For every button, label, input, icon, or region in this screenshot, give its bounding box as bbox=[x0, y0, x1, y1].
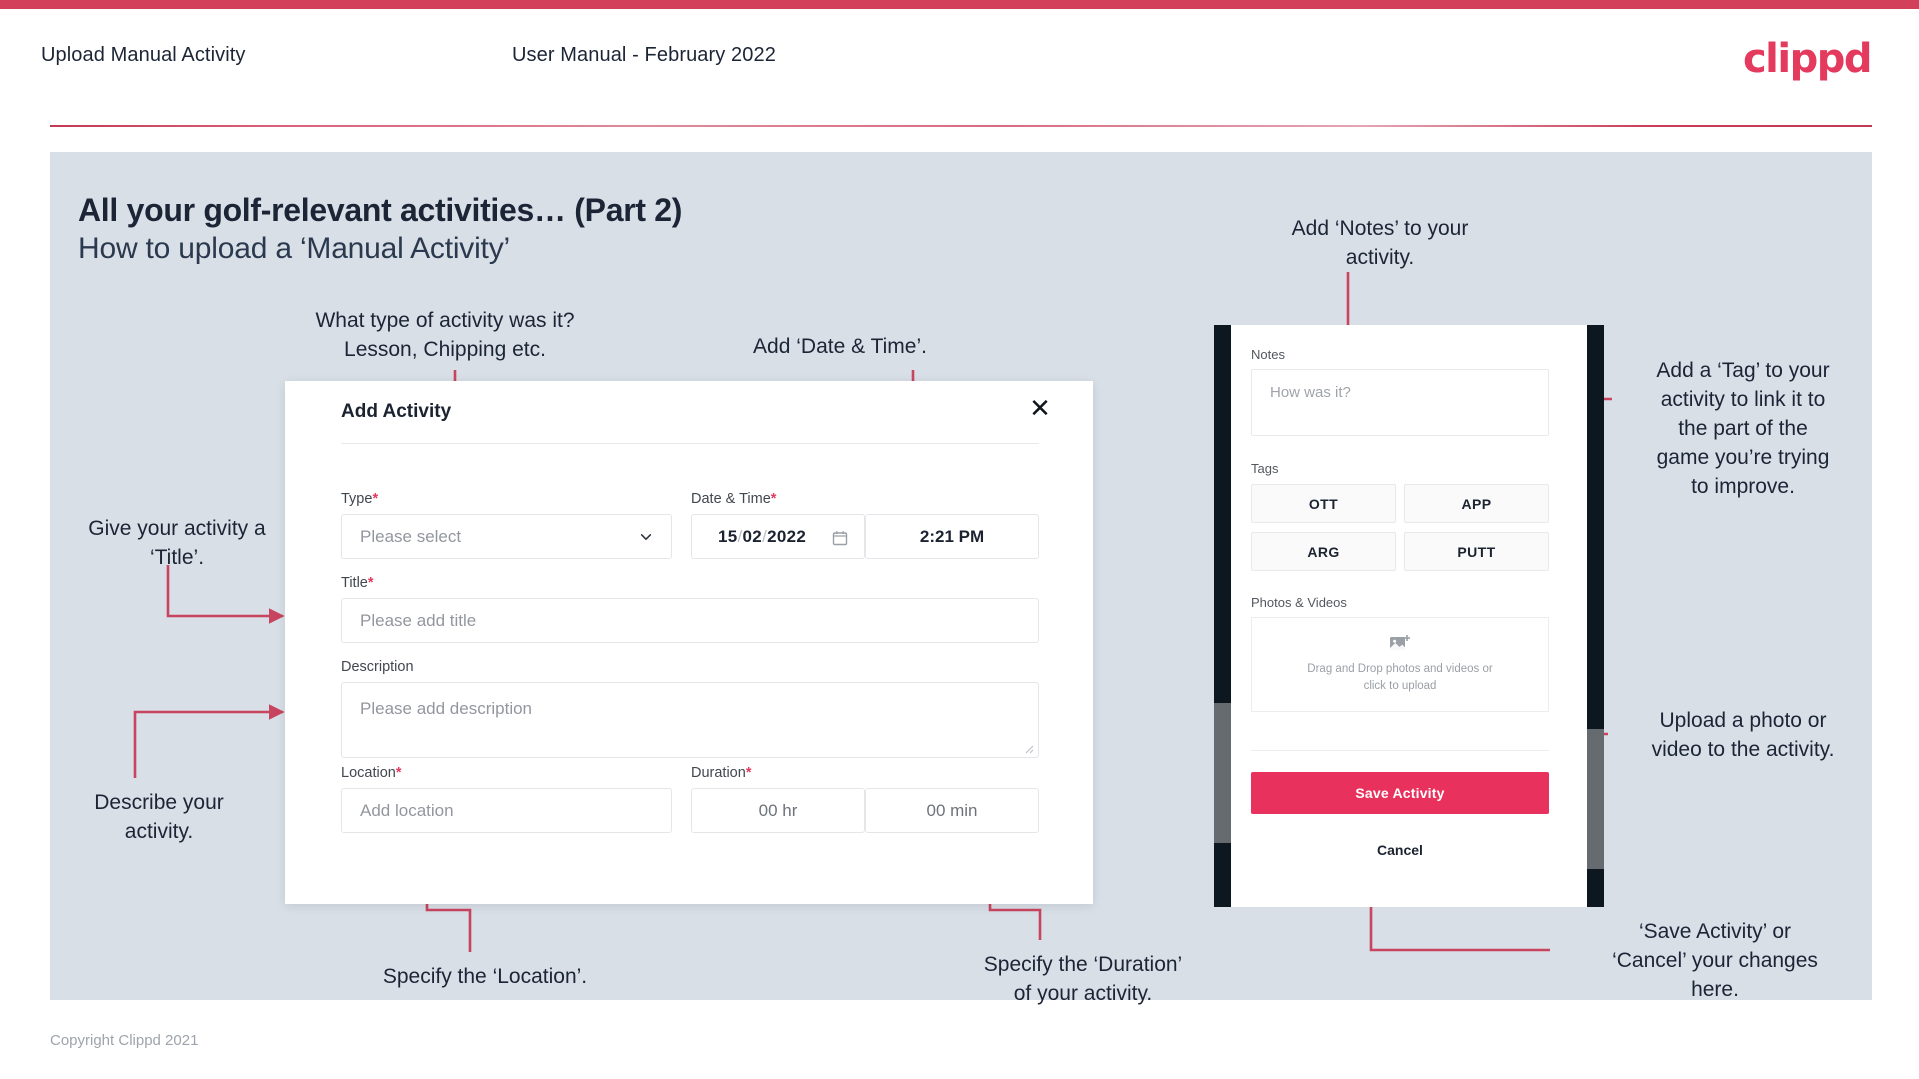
top-accent-bar bbox=[0, 0, 1919, 9]
resize-grip-icon[interactable] bbox=[1024, 744, 1034, 754]
date-month: 02 bbox=[742, 526, 763, 546]
dialog-header: Add Activity ✕ bbox=[285, 381, 1093, 443]
annotation-upload: Upload a photo or video to the activity. bbox=[1651, 709, 1835, 761]
tag-button-arg[interactable]: ARG bbox=[1251, 532, 1396, 571]
header-divider bbox=[50, 125, 1872, 127]
date-input[interactable]: 15/02/2022 bbox=[691, 514, 865, 559]
annotation-tag: Add a ‘Tag’ to your activity to link it t… bbox=[1656, 359, 1830, 498]
date-year: 2022 bbox=[767, 526, 807, 546]
dialog-title: Add Activity bbox=[341, 401, 452, 422]
annotation-notes: Add ‘Notes’ to your activity. bbox=[1291, 217, 1469, 269]
annotation-save-cancel: ‘Save Activity’ or ‘Cancel’ your changes h… bbox=[1612, 920, 1818, 1001]
phone-screen: Notes How was it? Tags OTT APP ARG PUTT … bbox=[1231, 325, 1587, 907]
location-required-marker: * bbox=[395, 765, 402, 781]
datetime-label: Date & Time* bbox=[691, 491, 776, 507]
notes-placeholder: How was it? bbox=[1270, 384, 1351, 401]
location-label-text: Location bbox=[341, 765, 396, 781]
annotation-datetime: Add ‘Date & Time’. bbox=[753, 335, 927, 358]
date-value: 15/02/2022 bbox=[692, 527, 806, 547]
clippd-logo: clippd bbox=[1742, 36, 1873, 82]
duration-hours-value: 00 hr bbox=[758, 800, 798, 820]
dialog-divider bbox=[341, 443, 1039, 444]
phone-right-power-button bbox=[1587, 729, 1604, 869]
title-input[interactable]: Please add title bbox=[341, 598, 1039, 643]
tags-label: Tags bbox=[1251, 461, 1279, 476]
photo-upload-dropzone[interactable]: Drag and Drop photos and videos or click … bbox=[1251, 617, 1549, 712]
type-label: Type* bbox=[341, 491, 378, 507]
copyright-text: Copyright Clippd 2021 bbox=[50, 1032, 199, 1049]
phone-left-volume-rocker bbox=[1214, 703, 1231, 843]
description-label-text: Description bbox=[341, 659, 414, 675]
dropzone-text: Drag and Drop photos and videos or click … bbox=[1307, 663, 1493, 692]
annotation-type: What type of activity was it? Lesson, Chi… bbox=[315, 309, 575, 361]
time-input[interactable]: 2:21 PM bbox=[865, 514, 1039, 559]
page-title: Upload Manual Activity bbox=[41, 44, 246, 66]
tag-button-app[interactable]: APP bbox=[1404, 484, 1549, 523]
type-required-marker: * bbox=[372, 491, 379, 507]
add-activity-dialog: Add Activity ✕ Type* Please select Date … bbox=[285, 381, 1093, 904]
title-placeholder: Please add title bbox=[360, 610, 477, 630]
mobile-divider bbox=[1251, 750, 1549, 751]
annotation-location: Specify the ‘Location’. bbox=[382, 965, 588, 988]
calendar-icon[interactable] bbox=[832, 530, 848, 546]
duration-minutes-value: 00 min bbox=[926, 800, 978, 820]
title-required-marker: * bbox=[367, 575, 374, 591]
duration-minutes-input[interactable]: 00 min bbox=[865, 788, 1039, 833]
phone-right-edge bbox=[1587, 325, 1604, 907]
datetime-required-marker: * bbox=[770, 491, 777, 507]
title-label: Title* bbox=[341, 575, 374, 591]
annotation-description: Describe your activity. bbox=[94, 791, 224, 843]
duration-label: Duration* bbox=[691, 765, 751, 781]
type-select[interactable]: Please select bbox=[341, 514, 672, 559]
photos-label: Photos & Videos bbox=[1251, 595, 1347, 610]
duration-hours-input[interactable]: 00 hr bbox=[691, 788, 865, 833]
tag-button-ott[interactable]: OTT bbox=[1251, 484, 1396, 523]
notes-label: Notes bbox=[1251, 347, 1285, 362]
slide-subtitle: How to upload a ‘Manual Activity’ bbox=[78, 232, 510, 265]
tag-button-putt[interactable]: PUTT bbox=[1404, 532, 1549, 571]
description-label: Description bbox=[341, 659, 414, 675]
slide-title: All your golf-relevant activities… (Part… bbox=[78, 192, 683, 228]
type-label-text: Type bbox=[341, 491, 373, 507]
title-label-text: Title bbox=[341, 575, 368, 591]
location-placeholder: Add location bbox=[360, 800, 454, 820]
annotation-duration: Specify the ‘Duration’ of your activity. bbox=[983, 953, 1183, 1005]
time-value: 2:21 PM bbox=[919, 526, 985, 546]
description-textarea[interactable]: Please add description bbox=[341, 682, 1039, 758]
location-input[interactable]: Add location bbox=[341, 788, 672, 833]
chevron-down-icon bbox=[640, 533, 652, 540]
duration-label-text: Duration bbox=[691, 765, 746, 781]
close-icon[interactable]: ✕ bbox=[1025, 393, 1055, 423]
duration-required-marker: * bbox=[745, 765, 752, 781]
annotation-title: Give your activity a ‘Title’. bbox=[88, 517, 266, 569]
location-label: Location* bbox=[341, 765, 401, 781]
type-placeholder: Please select bbox=[360, 526, 462, 546]
cancel-button[interactable]: Cancel bbox=[1251, 835, 1549, 865]
phone-mockup: Notes How was it? Tags OTT APP ARG PUTT … bbox=[1214, 325, 1604, 907]
document-subtitle: User Manual - February 2022 bbox=[512, 44, 776, 66]
date-day: 15 bbox=[718, 526, 738, 546]
save-activity-button[interactable]: Save Activity bbox=[1251, 772, 1549, 814]
phone-left-edge bbox=[1214, 325, 1231, 907]
add-image-icon bbox=[1390, 635, 1410, 650]
description-placeholder: Please add description bbox=[360, 699, 533, 718]
notes-textarea[interactable]: How was it? bbox=[1251, 369, 1549, 436]
datetime-label-text: Date & Time bbox=[691, 491, 771, 507]
